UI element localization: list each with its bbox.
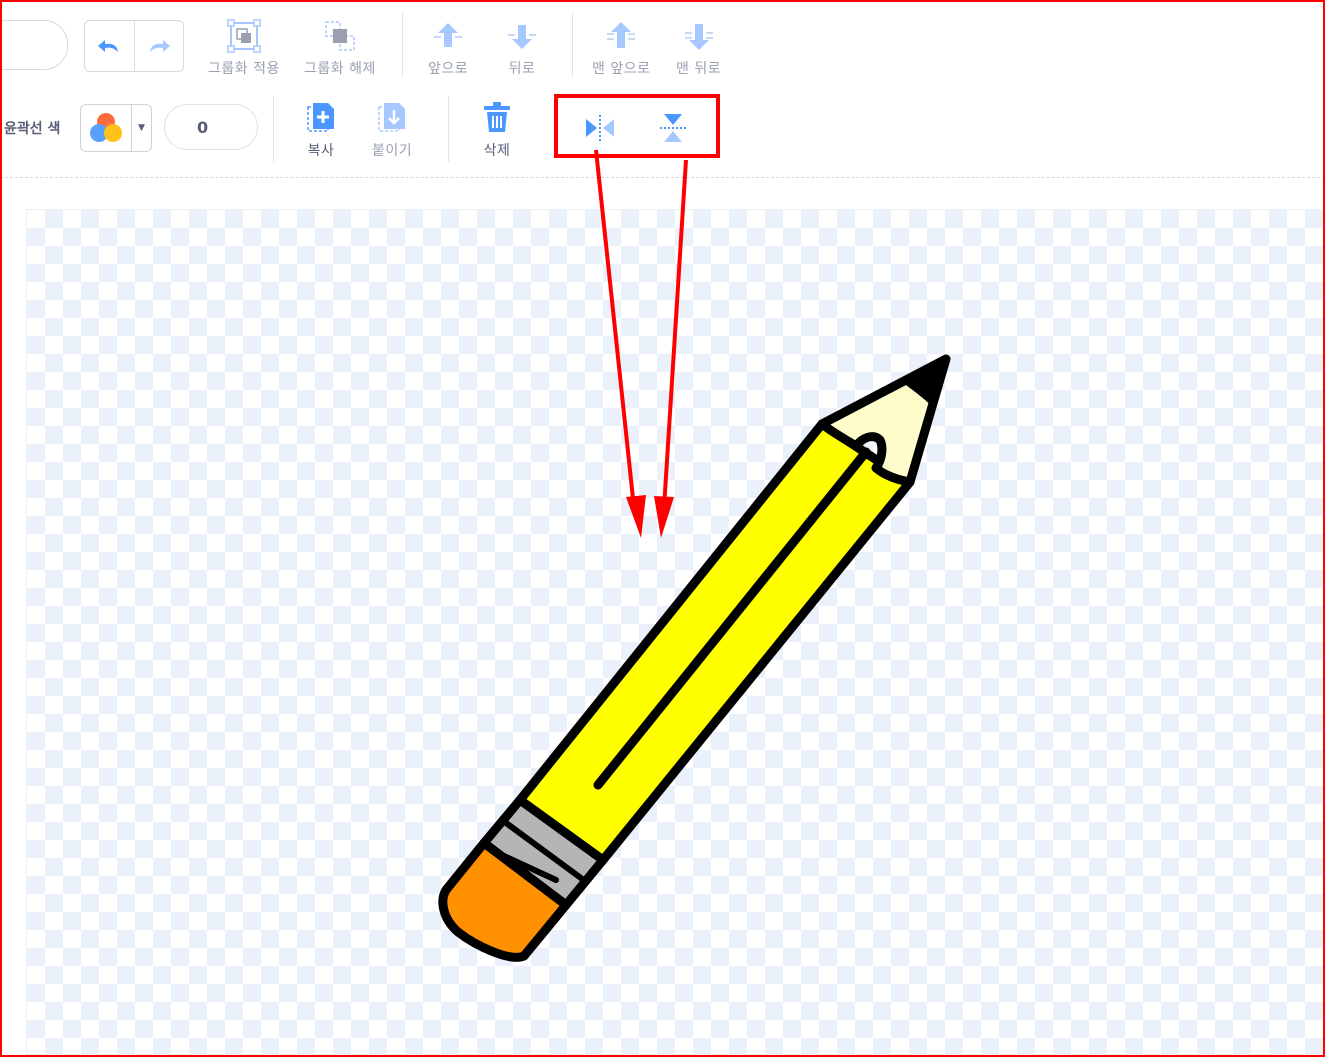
back-label: 맨 뒤로 <box>676 61 722 77</box>
toolbar-divider-dashed <box>0 177 1325 178</box>
ungroup-label: 그룹화 해제 <box>304 61 376 77</box>
chevron-down-icon: ▼ <box>138 123 145 133</box>
group-icon <box>227 19 261 53</box>
copy-icon <box>307 103 334 132</box>
flip-horizontal-icon <box>586 115 614 141</box>
paint-canvas[interactable] <box>26 209 1324 1055</box>
copy-button[interactable]: 복사 <box>306 100 336 160</box>
ungroup-button[interactable]: 그룹화 해제 <box>304 18 376 78</box>
flip-vertical-icon <box>660 114 686 142</box>
paste-button[interactable]: 붙이기 <box>372 100 412 160</box>
outline-color-label: 윤곽선 색 <box>4 121 61 137</box>
front-button[interactable]: 맨 앞으로 <box>592 18 650 78</box>
toolbar-divider <box>273 96 274 162</box>
toolbar-divider <box>572 12 573 78</box>
back-icon <box>684 24 713 50</box>
ungroup-icon <box>325 21 355 51</box>
copy-label: 복사 <box>307 143 335 159</box>
forward-button[interactable]: 앞으로 <box>428 18 468 78</box>
group-label: 그룹화 적용 <box>208 61 280 77</box>
outline-width-input[interactable]: 0 <box>164 104 258 150</box>
mixed-color-swatch <box>81 105 132 151</box>
undo-button[interactable] <box>85 21 134 71</box>
front-icon <box>607 22 636 48</box>
back-button[interactable]: 맨 뒤로 <box>676 18 721 78</box>
outline-width-value: 0 <box>197 117 209 137</box>
mixed-color-icon <box>90 113 122 142</box>
undo-icon <box>98 40 119 52</box>
toolbar-divider <box>448 96 449 162</box>
backward-button[interactable]: 뒤로 <box>505 18 539 78</box>
group-button[interactable]: 그룹화 적용 <box>208 18 280 78</box>
flip-buttons-highlight <box>554 94 720 158</box>
trash-icon <box>484 102 510 132</box>
flip-vertical-button[interactable] <box>655 110 691 146</box>
arrow-up-icon <box>434 23 463 47</box>
flip-horizontal-button[interactable] <box>582 110 618 146</box>
redo-icon <box>149 40 170 52</box>
costume-name-input[interactable] <box>0 20 68 70</box>
delete-button[interactable]: 삭제 <box>482 100 512 160</box>
backward-label: 뒤로 <box>508 61 536 77</box>
toolbar-divider <box>402 12 403 78</box>
paste-icon <box>378 103 406 132</box>
front-label: 맨 앞으로 <box>592 61 651 77</box>
forward-label: 앞으로 <box>428 61 469 77</box>
outline-color-picker[interactable]: ▼ <box>80 104 152 152</box>
delete-label: 삭제 <box>483 143 511 159</box>
paste-label: 붙이기 <box>372 143 413 159</box>
undo-redo-group <box>84 20 184 72</box>
redo-button[interactable] <box>133 21 184 71</box>
arrow-down-icon <box>508 25 536 49</box>
